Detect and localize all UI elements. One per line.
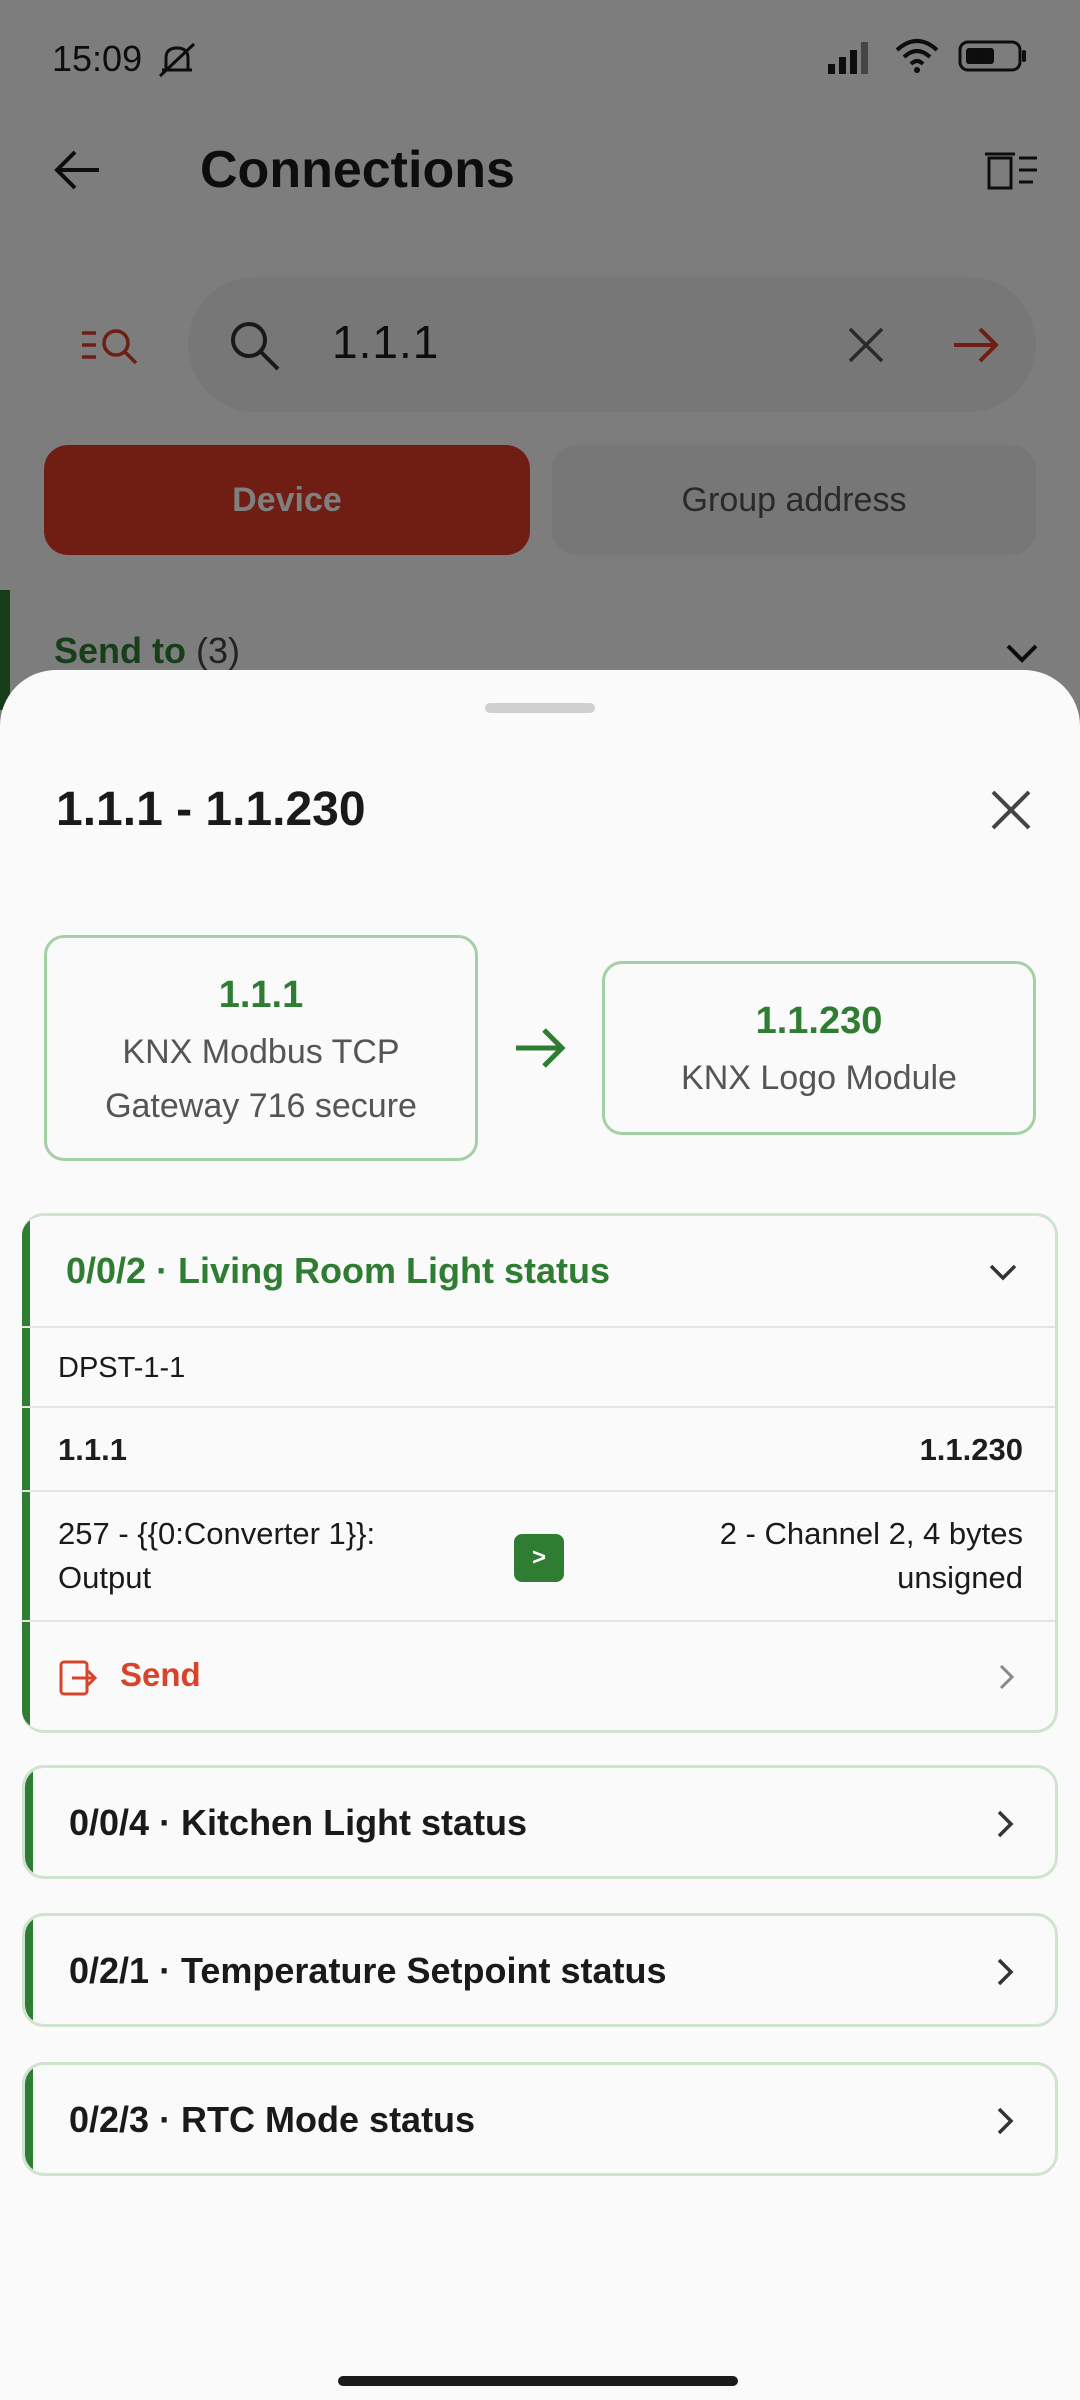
connection-title: 0/0/2 · Living Room Light status: [66, 1250, 611, 1291]
address-row: 1.1.1 1.1.230: [22, 1408, 1055, 1492]
connection-card[interactable]: 0/2/1 · Temperature Setpoint status: [22, 1913, 1058, 2027]
send-row[interactable]: Send: [22, 1622, 1055, 1730]
from-address: 1.1.1: [58, 1432, 127, 1467]
chevron-right-icon: [997, 1810, 1014, 1838]
chevron-right-icon: [997, 2107, 1014, 2135]
close-button[interactable]: [976, 775, 1046, 845]
home-indicator[interactable]: [338, 2376, 738, 2386]
source-device-address: 1.1.1: [218, 974, 304, 1016]
channel-row: 257 - {{0:Converter 1}}: Output > 2 - Ch…: [22, 1492, 1055, 1622]
to-channel: 2 - Channel 2, 4 bytes unsigned: [719, 1516, 1023, 1595]
target-device-address: 1.1.230: [755, 1000, 883, 1042]
close-icon: [991, 790, 1031, 830]
direction-badge: >: [514, 1534, 564, 1582]
bottom-sheet: 1.1.1 - 1.1.230 1.1.1 KNX Modbus TCP Gat…: [0, 670, 1080, 2400]
datapoint-type: DPST-1-1: [58, 1352, 186, 1384]
target-device-card: 1.1.230 KNX Logo Module: [602, 961, 1036, 1135]
send-button[interactable]: Send: [120, 1656, 201, 1694]
source-device-card: 1.1.1 KNX Modbus TCP Gateway 716 secure: [44, 935, 478, 1161]
chevron-down-icon: [989, 1264, 1017, 1281]
connection-card[interactable]: 0/2/3 · RTC Mode status: [22, 2062, 1058, 2176]
connection-card[interactable]: 0/0/4 · Kitchen Light status: [22, 1765, 1058, 1879]
connection-title: 0/2/1 · Temperature Setpoint status: [69, 1950, 667, 1991]
arrow-right-icon: [516, 1028, 566, 1068]
target-device-name: KNX Logo Module: [681, 1059, 957, 1097]
drag-handle[interactable]: [485, 703, 595, 713]
connection-header[interactable]: 0/0/2 · Living Room Light status: [22, 1216, 1055, 1328]
to-address: 1.1.230: [919, 1432, 1023, 1467]
from-channel: 257 - {{0:Converter 1}}: Output: [58, 1516, 376, 1595]
send-icon: [59, 1660, 98, 1696]
chevron-right-icon: [999, 1664, 1015, 1690]
connection-title: 0/2/3 · RTC Mode status: [69, 2099, 476, 2140]
sheet-title: 1.1.1 - 1.1.230: [56, 783, 366, 836]
chevron-right-icon: [997, 1958, 1014, 1986]
source-device-name: KNX Modbus TCP Gateway 716 secure: [105, 1033, 417, 1125]
connection-card-expanded: 0/0/2 · Living Room Light status DPST-1-…: [22, 1213, 1058, 1733]
datapoint-type-row: DPST-1-1: [22, 1328, 1055, 1408]
connection-title: 0/0/4 · Kitchen Light status: [69, 1802, 528, 1843]
